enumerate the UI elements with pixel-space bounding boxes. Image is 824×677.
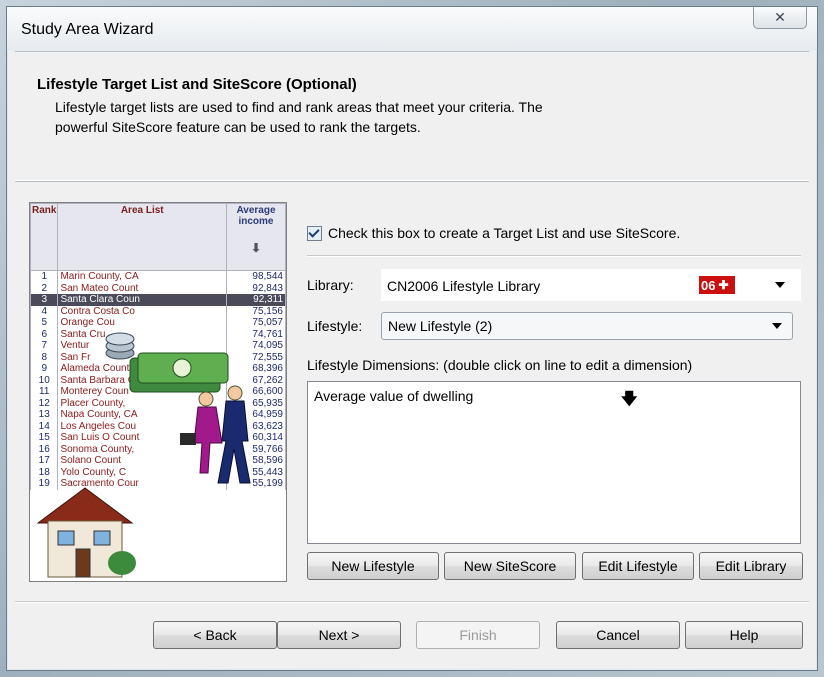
- lifestyle-dimensions-list[interactable]: Average value of dwelling 🡇: [307, 381, 801, 544]
- people-money-house-clipart: [36, 332, 251, 578]
- window-title: Study Area Wizard: [21, 21, 154, 38]
- maple-leaf-icon: ✚: [718, 278, 729, 292]
- library-label: Library:: [307, 277, 354, 293]
- edit-library-button[interactable]: Edit Library: [699, 552, 803, 580]
- down-arrow-icon: 🡇: [621, 391, 638, 408]
- business-people-icon: [180, 385, 251, 484]
- edit-lifestyle-button[interactable]: Edit Lifestyle: [582, 552, 694, 580]
- page-title: Lifestyle Target List and SiteScore (Opt…: [37, 76, 357, 93]
- back-button[interactable]: < Back: [153, 621, 277, 649]
- cancel-button[interactable]: Cancel: [556, 621, 680, 649]
- dimension-item[interactable]: Average value of dwelling: [314, 388, 473, 404]
- footer-divider: [15, 601, 809, 603]
- lifestyle-dropdown[interactable]: New Lifestyle (2): [381, 312, 793, 340]
- new-sitescore-button[interactable]: New SiteScore: [444, 552, 576, 580]
- create-target-list-checkbox[interactable]: [307, 225, 322, 241]
- money-icon: [105, 332, 229, 393]
- description-line-2: powerful SiteScore feature can be used t…: [55, 119, 421, 135]
- dimensions-label: Lifestyle Dimensions: (double click on l…: [307, 357, 693, 373]
- library-dropdown[interactable]: CN2006 Lifestyle Library 06 ✚: [381, 269, 801, 301]
- library-value: CN2006 Lifestyle Library: [387, 278, 541, 294]
- wizard-header: Lifestyle Target List and SiteScore (Opt…: [15, 51, 809, 181]
- close-button[interactable]: ✕: [753, 7, 807, 29]
- create-target-list-checkbox-row[interactable]: Check this box to create a Target List a…: [307, 225, 680, 241]
- next-button[interactable]: Next >: [277, 621, 401, 649]
- chevron-down-icon: [775, 282, 785, 288]
- lifestyle-label: Lifestyle:: [307, 318, 363, 334]
- house-icon: [36, 487, 136, 578]
- study-area-wizard-dialog: Study Area Wizard ✕ Lifestyle Target Lis…: [6, 6, 818, 671]
- title-bar: Study Area Wizard ✕: [7, 7, 817, 51]
- checkbox-label: Check this box to create a Target List a…: [328, 225, 681, 241]
- finish-button[interactable]: Finish: [416, 621, 540, 649]
- close-icon: ✕: [774, 9, 786, 25]
- chevron-down-icon: [772, 323, 782, 329]
- section-divider: [307, 255, 801, 257]
- page-description: Lifestyle target lists are used to find …: [55, 97, 695, 137]
- description-line-1: Lifestyle target lists are used to find …: [55, 99, 543, 115]
- canada-flag-badge: 06 ✚: [699, 276, 735, 294]
- lifestyle-value: New Lifestyle (2): [388, 318, 493, 334]
- help-button[interactable]: Help: [685, 621, 803, 649]
- lifestyle-illustration: Rank Area List Average income ⬇ 1 Marin C…: [29, 202, 287, 582]
- new-lifestyle-button[interactable]: New Lifestyle: [307, 552, 439, 580]
